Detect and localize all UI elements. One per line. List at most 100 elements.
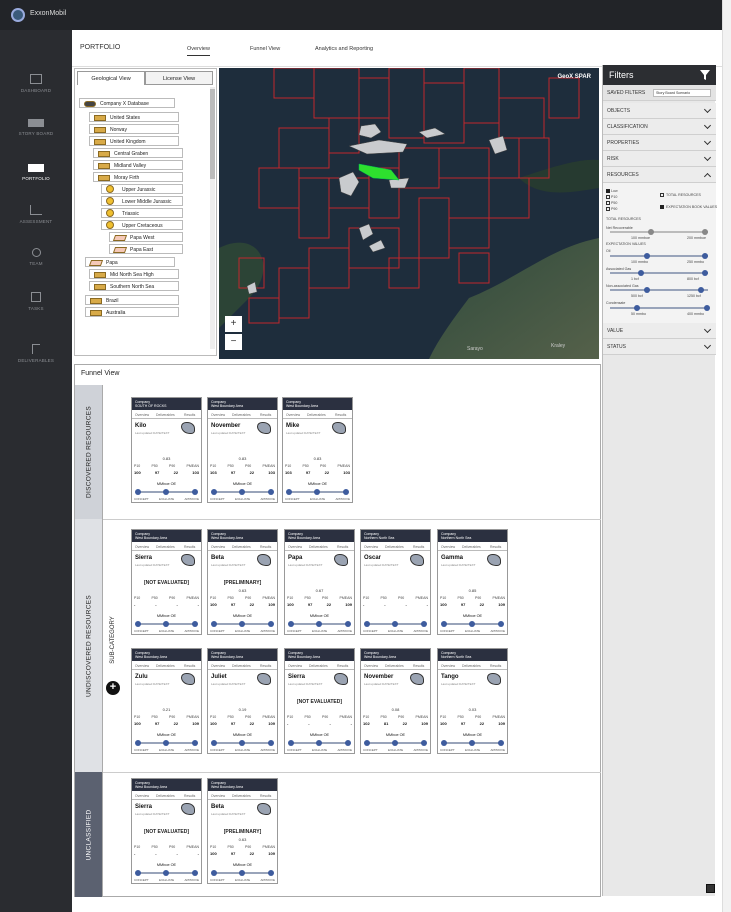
prospect-card[interactable]: Company West Boundary Area Overview Deliver… (282, 397, 353, 503)
filter-status[interactable]: STATUS (603, 339, 716, 355)
filter-properties[interactable]: PROPERTIES (603, 135, 716, 151)
card-tab-deliverables[interactable]: Deliverables (462, 545, 481, 549)
tree-node[interactable]: Australia (85, 307, 179, 317)
card-tab-overview[interactable]: Overview (441, 545, 455, 549)
funnel-filter-icon[interactable] (700, 70, 710, 80)
card-tab-overview[interactable]: Overview (135, 413, 149, 417)
tab-license-view[interactable]: License View (145, 71, 213, 85)
condensate-slider[interactable] (610, 305, 710, 311)
card-tab-deliverables[interactable]: Deliverables (156, 413, 175, 417)
prospect-card[interactable]: Company West Boundary Area Overview Deliver… (131, 648, 202, 754)
card-tab-overview[interactable]: Overview (135, 545, 149, 549)
card-tab-results[interactable]: Results (184, 664, 195, 668)
card-tab-results[interactable]: Results (260, 664, 271, 668)
tree-node[interactable]: United States (89, 112, 179, 122)
prospect-card[interactable]: Company West Boundary Area Overview Deliver… (284, 648, 355, 754)
nav-tasks[interactable]: TASKS (0, 292, 72, 311)
card-tab-deliverables[interactable]: Deliverables (385, 545, 404, 549)
tab-analytics[interactable]: Analytics and Reporting (315, 46, 373, 52)
card-tab-overview[interactable]: Overview (364, 664, 378, 668)
tab-geological-view[interactable]: Geological View (77, 71, 145, 85)
card-tab-overview[interactable]: Overview (211, 664, 225, 668)
prospect-card[interactable]: Company SOUTH OF ROCKS Overview Deliverable… (131, 397, 202, 503)
checkbox-p50[interactable] (606, 201, 610, 205)
zoom-out-button[interactable]: − (225, 334, 242, 350)
add-subcategory-button[interactable]: + (106, 681, 120, 695)
tree-node[interactable]: Papa East (109, 244, 183, 254)
tree-node[interactable]: Norway (89, 124, 179, 134)
window-scrollbar[interactable] (722, 0, 731, 912)
nav-portfolio[interactable]: PORTFOLIO (0, 164, 72, 181)
card-tab-results[interactable]: Results (337, 545, 348, 549)
card-tab-deliverables[interactable]: Deliverables (156, 545, 175, 549)
tree-node[interactable]: Southern North Sea (89, 281, 179, 291)
card-tab-deliverables[interactable]: Deliverables (156, 664, 175, 668)
nonassoc-gas-slider[interactable] (610, 287, 708, 293)
nav-deliverables[interactable]: DELIVERABLES (0, 344, 72, 363)
tree-node[interactable]: Brazil (85, 295, 179, 305)
prospect-card[interactable]: Company West Boundary Area Overview Deliver… (207, 529, 278, 635)
nav-dashboard[interactable]: DASHBOARD (0, 74, 72, 93)
tree-node[interactable]: Moray Firth (93, 172, 183, 182)
filter-value[interactable]: VALUE (603, 323, 716, 339)
tree-node[interactable]: Triassic (101, 208, 183, 218)
save-icon[interactable] (706, 884, 715, 893)
tree-node[interactable]: Central Graben (93, 148, 183, 158)
tree-node[interactable]: United Kingdom (89, 136, 179, 146)
card-tab-results[interactable]: Results (184, 545, 195, 549)
card-tab-overview[interactable]: Overview (211, 794, 225, 798)
prospect-card[interactable]: Company West Boundary Area Overview Deliver… (284, 529, 355, 635)
tree-node[interactable]: Upper Jurassic (101, 184, 183, 194)
card-tab-results[interactable]: Results (184, 794, 195, 798)
card-tab-results[interactable]: Results (337, 664, 348, 668)
card-tab-deliverables[interactable]: Deliverables (309, 545, 328, 549)
card-tab-deliverables[interactable]: Deliverables (232, 413, 251, 417)
card-tab-overview[interactable]: Overview (135, 794, 149, 798)
card-tab-deliverables[interactable]: Deliverables (232, 664, 251, 668)
filter-objects[interactable]: OBJECTS (603, 103, 716, 119)
prospect-card[interactable]: Company West Boundary Area Overview Deliver… (131, 778, 202, 884)
card-tab-overview[interactable]: Overview (288, 664, 302, 668)
tree-node[interactable]: Papa (85, 257, 175, 267)
card-tab-results[interactable]: Results (184, 413, 195, 417)
tree-node[interactable]: Company X Database (79, 98, 175, 108)
map-view[interactable]: GeoX SPAR + − Sarayo Kraley (219, 68, 599, 359)
tree-node[interactable]: Lower Middle Jurassic (101, 196, 183, 206)
card-tab-deliverables[interactable]: Deliverables (309, 664, 328, 668)
prospect-card[interactable]: Company West Boundary Area Overview Deliver… (207, 648, 278, 754)
tab-funnel-view[interactable]: Funnel View (250, 46, 280, 52)
card-tab-results[interactable]: Results (260, 413, 271, 417)
card-tab-overview[interactable]: Overview (441, 664, 455, 668)
card-tab-results[interactable]: Results (260, 794, 271, 798)
card-tab-deliverables[interactable]: Deliverables (462, 664, 481, 668)
checkbox-p90[interactable] (606, 207, 610, 211)
card-tab-deliverables[interactable]: Deliverables (385, 664, 404, 668)
prospect-card[interactable]: Company Northern North Sea Overview Deliver… (437, 648, 508, 754)
card-tab-overview[interactable]: Overview (364, 545, 378, 549)
card-tab-deliverables[interactable]: Deliverables (307, 413, 326, 417)
checkbox-p10[interactable] (606, 195, 610, 199)
card-tab-deliverables[interactable]: Deliverables (232, 545, 251, 549)
tree-scroll-thumb[interactable] (210, 89, 215, 179)
card-tab-overview[interactable]: Overview (135, 664, 149, 668)
tree-node[interactable]: Papa West (109, 232, 183, 242)
checkbox-low[interactable] (606, 189, 610, 193)
filter-resources[interactable]: RESOURCES (603, 167, 716, 183)
card-tab-overview[interactable]: Overview (211, 413, 225, 417)
saved-filters-select[interactable]: Story Board Scenario (653, 89, 711, 97)
nav-story-board[interactable]: STORY BOARD (0, 119, 72, 136)
prospect-card[interactable]: Company West Boundary Area Overview Deliver… (360, 648, 431, 754)
card-tab-results[interactable]: Results (335, 413, 346, 417)
tree-node[interactable]: Midland Valley (93, 160, 183, 170)
prospect-card[interactable]: Company West Boundary Area Overview Deliver… (207, 397, 278, 503)
tab-overview[interactable]: Overview (187, 46, 210, 56)
card-tab-overview[interactable]: Overview (286, 413, 300, 417)
oil-slider[interactable] (610, 253, 708, 259)
card-tab-results[interactable]: Results (490, 664, 501, 668)
nav-assessment[interactable]: ASSESSMENT (0, 205, 72, 224)
checkbox-total-resources[interactable] (660, 193, 664, 197)
checkbox-expectation[interactable] (660, 205, 664, 209)
card-tab-deliverables[interactable]: Deliverables (156, 794, 175, 798)
assoc-gas-slider[interactable] (610, 270, 708, 276)
card-tab-results[interactable]: Results (413, 664, 424, 668)
